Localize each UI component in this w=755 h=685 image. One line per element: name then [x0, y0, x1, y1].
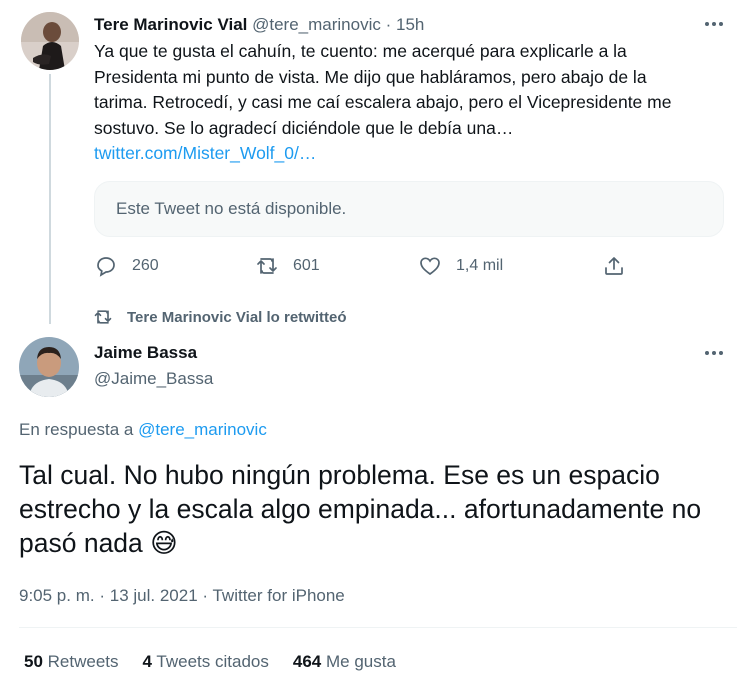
tweet2-author-handle[interactable]: @Jaime_Bassa	[94, 369, 213, 389]
tweet2-author-name[interactable]: Jaime Bassa	[94, 343, 197, 363]
sweat-smile-emoji: 😅	[150, 528, 178, 558]
more-icon	[705, 351, 723, 355]
tweet1-body: Ya que te gusta el cahuín, te cuento: me…	[94, 41, 672, 138]
quote-unavailable-text: Este Tweet no está disponible.	[116, 199, 347, 218]
more-icon	[705, 22, 723, 26]
retweet-count: 601	[293, 257, 320, 274]
tweet2-body: Tal cual. No hubo ningún problema. Ese e…	[19, 460, 702, 558]
tweet1-author-handle[interactable]: @tere_marinovic	[252, 15, 381, 34]
reply-button[interactable]: 260	[94, 254, 159, 278]
quote-tweets-stat[interactable]: 4 Tweets citados	[143, 652, 269, 672]
thread-line	[49, 74, 51, 324]
tweet2-text: Tal cual. No hubo ningún problema. Ese e…	[19, 458, 731, 560]
tweet1-text: Ya que te gusta el cahuín, te cuento: me…	[94, 39, 704, 167]
reply-prefix: En respuesta a	[19, 420, 134, 439]
tweet1-link[interactable]: twitter.com/Mister_Wolf_0/…	[94, 143, 316, 163]
like-button[interactable]: 1,4 mil	[418, 254, 503, 278]
quote-unavailable-box[interactable]: Este Tweet no está disponible.	[94, 181, 724, 237]
tweet1-author-name[interactable]: Tere Marinovic Vial	[94, 15, 247, 34]
reply-context: En respuesta a @tere_marinovic	[19, 420, 267, 440]
like-count: 1,4 mil	[456, 257, 504, 274]
retweet-button[interactable]: 601	[255, 254, 320, 278]
stats-divider-top	[19, 627, 737, 628]
avatar-tere[interactable]	[21, 12, 79, 70]
tweet1-more-button[interactable]	[700, 10, 728, 38]
tweet1-header: Tere Marinovic Vial @tere_marinovic · 15…	[94, 15, 425, 34]
tweet2-stats: 50 Retweets 4 Tweets citados 464 Me gust…	[24, 652, 396, 672]
tweet2-more-button[interactable]	[700, 339, 728, 367]
retweet-notice-text[interactable]: Tere Marinovic Vial lo retwitteó	[127, 309, 347, 326]
retweets-stat[interactable]: 50 Retweets	[24, 652, 119, 672]
likes-stat[interactable]: 464 Me gusta	[293, 652, 396, 672]
tweet2-date[interactable]: 13 jul. 2021	[110, 586, 198, 605]
retweet-notice: Tere Marinovic Vial lo retwitteó	[93, 307, 347, 327]
tweet2-meta: 9:05 p. m. · 13 jul. 2021 · Twitter for …	[19, 586, 345, 605]
reply-to-link[interactable]: @tere_marinovic	[138, 420, 267, 439]
share-icon	[605, 257, 623, 275]
like-icon	[420, 257, 440, 276]
avatar-jaime[interactable]	[19, 337, 79, 397]
tweet1-timestamp[interactable]: 15h	[396, 15, 424, 34]
reply-count: 260	[132, 257, 159, 274]
share-button[interactable]	[602, 254, 626, 278]
tweet2-source[interactable]: Twitter for iPhone	[212, 586, 344, 605]
retweet-icon	[94, 310, 112, 324]
retweet-icon	[257, 258, 277, 274]
tweet2-time[interactable]: 9:05 p. m.	[19, 586, 95, 605]
reply-icon	[97, 257, 115, 277]
